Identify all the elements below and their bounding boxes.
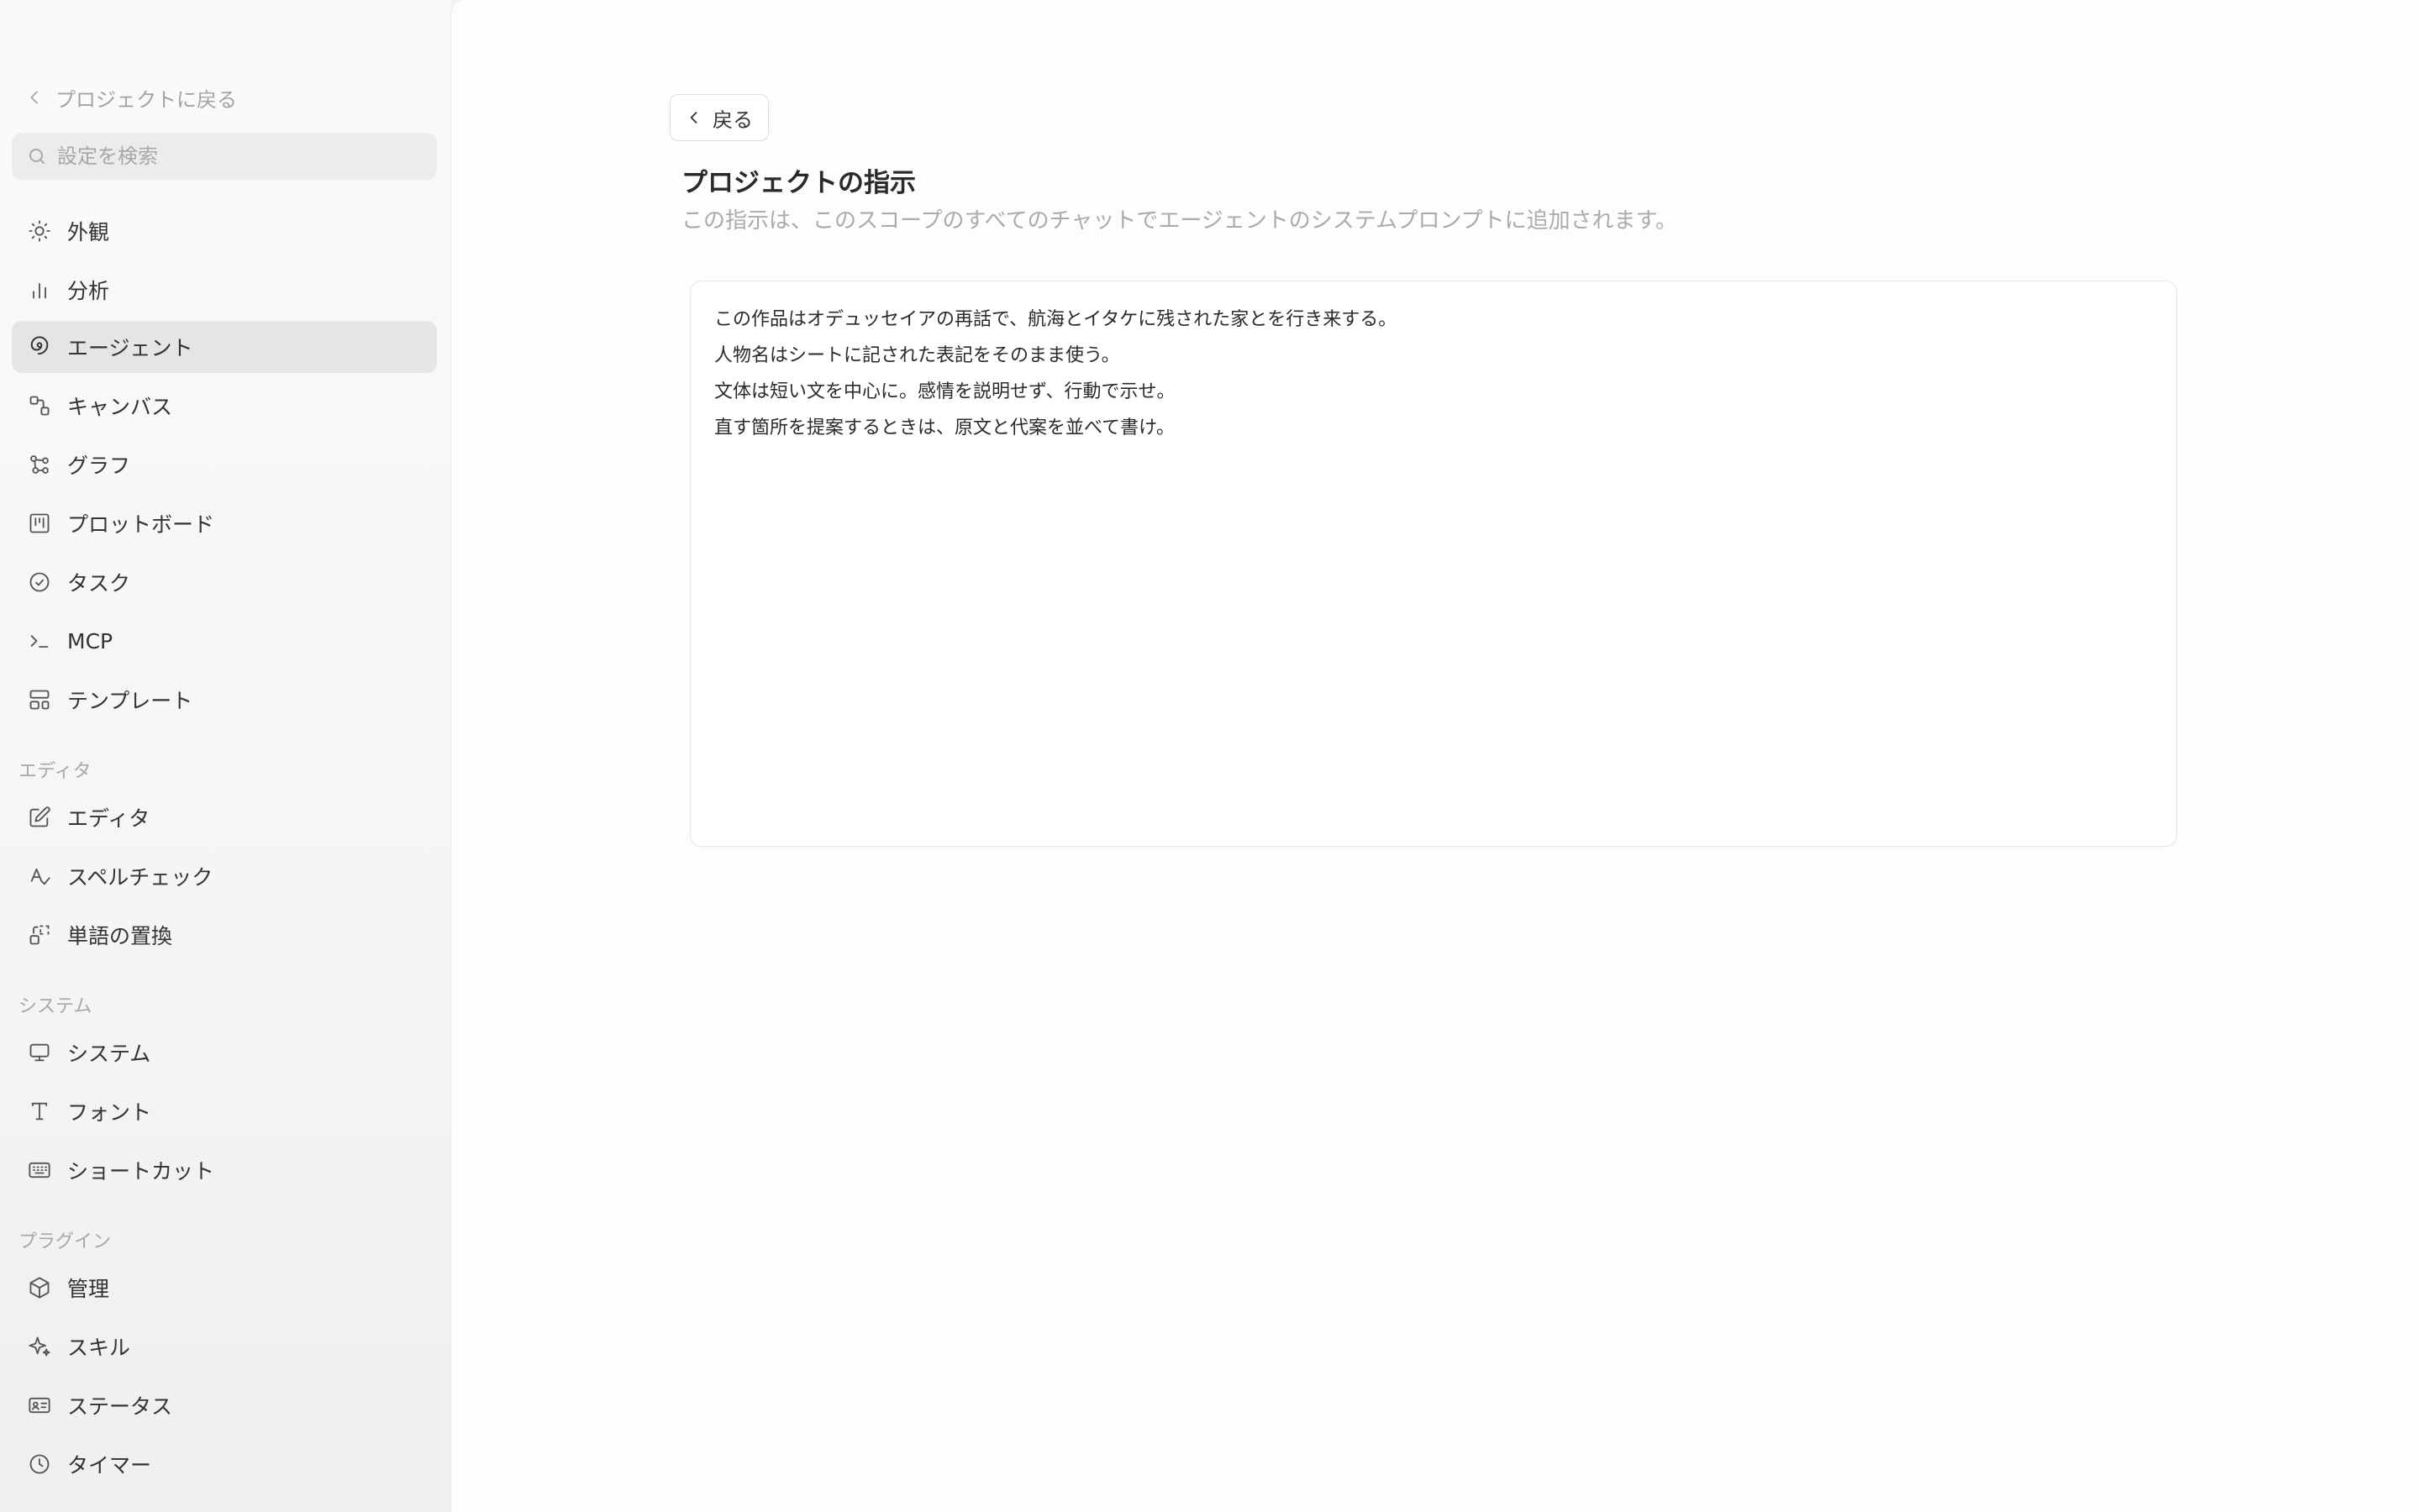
sidebar-item-label: スキル [67,1336,131,1360]
sidebar-item-label: タイマー [67,1453,152,1478]
check-circle-icon [29,572,50,592]
section-label-editor: エディタ [18,761,92,782]
settings-window: プロジェクトに戻る 外観 分析 エージェント キャンバス グラフ [0,0,2420,1512]
sidebar-item-templates[interactable]: テンプレート [12,674,437,726]
sidebar-item-label: ステータス [67,1394,173,1419]
sidebar-item-label: エディタ [67,806,150,831]
sidebar-item-word-replace[interactable]: 単語の置換 [12,909,437,961]
settings-search[interactable] [12,133,437,180]
sidebar-item-status[interactable]: ステータス [12,1379,437,1431]
sidebar-item-shortcuts[interactable]: ショートカット [12,1144,437,1196]
canvas-icon [29,396,50,416]
sidebar-item-appearance[interactable]: 外観 [12,205,437,257]
settings-sidebar: プロジェクトに戻る 外観 分析 エージェント キャンバス グラフ [0,0,450,1512]
sidebar-item-plotboard[interactable]: プロットボード [12,497,437,549]
clock-icon [29,1454,50,1474]
spellcheck-icon [30,868,50,885]
sidebar-item-label: 分析 [67,279,110,303]
sidebar-item-label: フォント [67,1100,152,1125]
sidebar-item-manage[interactable]: 管理 [12,1262,437,1314]
kanban-icon [29,513,50,533]
sidebar-item-label: スペルチェック [67,865,213,890]
sparkle-icon [29,1336,50,1357]
sidebar-item-agent[interactable]: エージェント [12,321,437,373]
sidebar-item-analytics[interactable]: 分析 [12,264,437,316]
chevron-left-icon [30,91,38,104]
terminal-icon [30,635,49,648]
monitor-icon [29,1043,50,1062]
sidebar-item-canvas[interactable]: キャンバス [12,380,437,432]
sidebar-item-label: 外観 [67,220,110,244]
sidebar-item-editor[interactable]: エディタ [12,791,437,843]
settings-main-panel: 戻る プロジェクトの指示 この指示は、このスコープのすべてのチャットでエージェン… [450,0,2420,1512]
type-icon [31,1102,48,1121]
sidebar-item-graph[interactable]: グラフ [12,438,437,491]
sidebar-item-label: エージェント [67,336,193,360]
sidebar-item-spellcheck[interactable]: スペルチェック [12,850,437,902]
back-to-project-label: プロジェクトに戻る [55,87,237,112]
edit-icon [29,806,50,827]
sidebar-item-mcp[interactable]: MCP [12,615,437,667]
section-label-system: システム [18,996,92,1017]
page-subtitle: この指示は、このスコープのすべてのチャットでエージェントのシステムプロンプトに追… [681,208,1678,234]
project-instructions-textarea[interactable]: この作品はオデュッセイアの再話で、航海とイタケに残された家とを行き来する。 人物… [690,281,2177,847]
sidebar-item-label: 管理 [67,1277,110,1301]
sidebar-item-label: ショートカット [67,1159,215,1184]
back-button[interactable]: 戻る [670,94,769,141]
sidebar-item-label: キャンバス [67,395,173,419]
chevron-left-icon [690,112,697,123]
sidebar-item-label: タスク [67,571,131,596]
swirl-icon [30,336,49,355]
sidebar-item-label: 単語の置換 [67,924,173,948]
sidebar-item-label: プロットボード [67,512,215,537]
search-input[interactable] [57,144,427,168]
sidebar-item-label: MCP [67,628,113,654]
replace-icon [29,925,50,945]
id-card-icon [29,1397,50,1414]
sidebar-item-timer[interactable]: タイマー [12,1438,437,1490]
back-to-project-link[interactable]: プロジェクトに戻る [25,82,237,113]
sidebar-item-fonts[interactable]: フォント [12,1085,437,1137]
section-label-plugins: プラグイン [18,1231,112,1252]
bar-chart-icon [33,283,46,299]
sun-icon [29,220,50,242]
package-icon [29,1277,50,1299]
sidebar-item-label: テンプレート [67,689,193,713]
sidebar-item-tasks[interactable]: タスク [12,556,437,608]
graph-icon [30,455,49,474]
page-title: プロジェクトの指示 [681,168,916,198]
sidebar-item-skills[interactable]: スキル [12,1320,437,1373]
sidebar-item-system[interactable]: システム [12,1026,437,1079]
sidebar-item-label: システム [67,1042,151,1066]
back-button-label: 戻る [713,108,753,132]
sidebar-item-label: グラフ [67,454,131,478]
search-icon [29,149,45,164]
template-icon [29,690,50,710]
keyboard-icon [29,1162,50,1179]
